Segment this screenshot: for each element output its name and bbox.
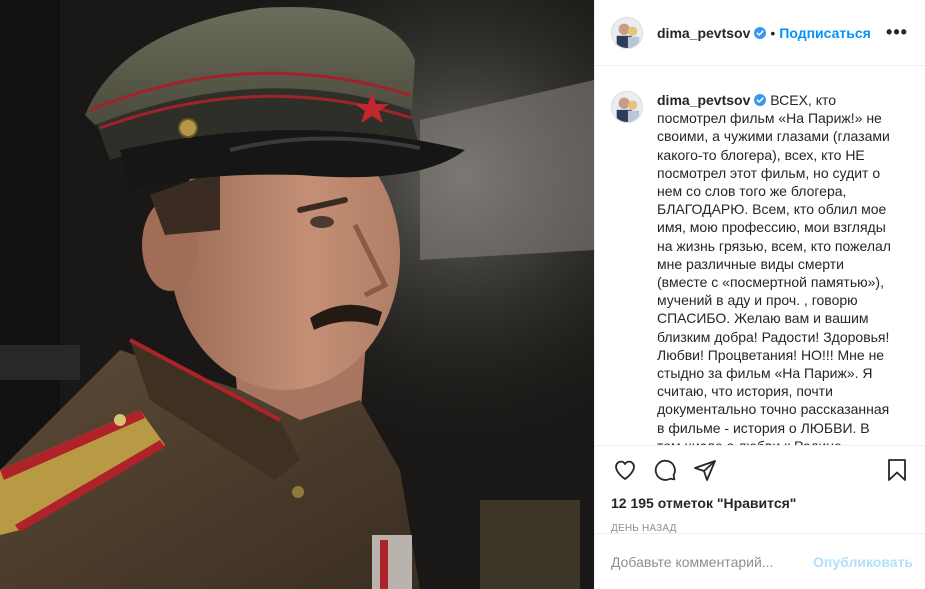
save-button[interactable] [877, 450, 917, 490]
header-username[interactable]: dima_pevtsov [657, 25, 750, 41]
caption-avatar[interactable] [611, 91, 643, 123]
verified-badge-icon [754, 94, 767, 106]
share-icon [694, 460, 716, 481]
heart-icon [615, 460, 635, 480]
more-options-icon[interactable]: ••• [885, 21, 909, 45]
like-button[interactable] [605, 450, 645, 490]
publish-button[interactable]: Опубликовать [813, 554, 913, 570]
caption-body: ВСЕХ, кто посмотрел фильм «На Париж!» не… [657, 92, 891, 445]
caption: dima_pevtsov ВСЕХ, кто посмотрел фильм «… [611, 91, 909, 445]
post-header: dima_pevtsov • Подписаться ••• [595, 0, 925, 66]
follow-button[interactable]: Подписаться [779, 25, 871, 41]
comment-button[interactable] [645, 450, 685, 490]
post-actions: 12 195 отметок "Нравится" ДЕНЬ НАЗАД [595, 445, 925, 534]
avatar[interactable] [611, 16, 643, 49]
post-side-panel: dima_pevtsov • Подписаться ••• dima_pevt… [594, 0, 925, 589]
avatar-image [612, 92, 642, 122]
instagram-post: dima_pevtsov • Подписаться ••• dima_pevt… [0, 0, 925, 589]
verified-badge-icon [754, 26, 767, 39]
share-button[interactable] [685, 450, 725, 490]
caption-username[interactable]: dima_pevtsov [657, 92, 750, 108]
bookmark-icon [888, 459, 906, 481]
comments-area[interactable]: dima_pevtsov ВСЕХ, кто посмотрел фильм «… [595, 67, 925, 445]
add-comment-bar: Опубликовать [595, 533, 925, 589]
comment-input[interactable] [611, 553, 814, 570]
photo-soldier-illustration [0, 0, 594, 589]
post-photo[interactable] [0, 0, 594, 589]
avatar-image [612, 17, 642, 48]
likes-count[interactable]: 12 195 отметок "Нравится" [595, 494, 925, 512]
comment-icon [654, 459, 676, 481]
caption-text: dima_pevtsov ВСЕХ, кто посмотрел фильм «… [657, 91, 897, 445]
action-icons [595, 446, 925, 494]
header-separator: • [770, 24, 776, 41]
